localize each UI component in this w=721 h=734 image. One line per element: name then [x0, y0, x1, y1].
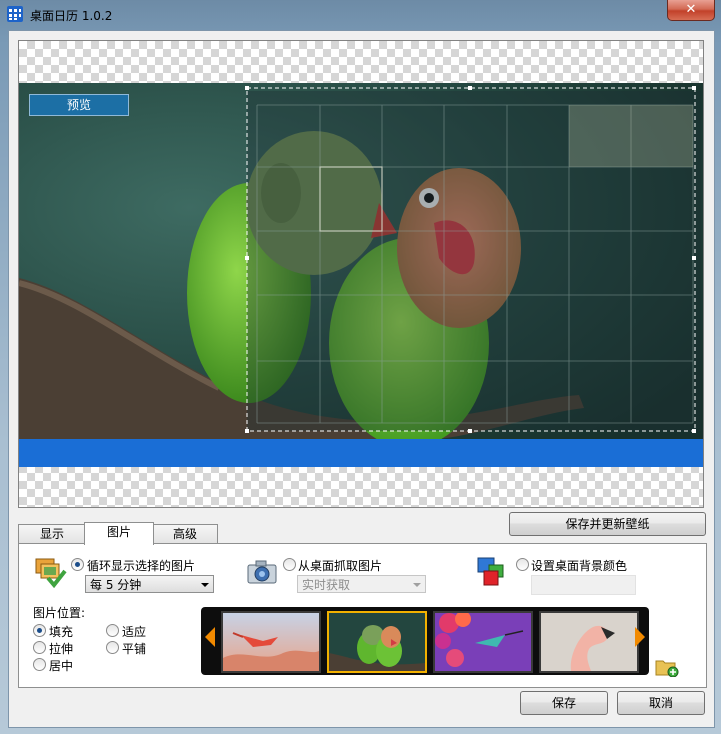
tab-advanced[interactable]: 高级 [152, 524, 218, 544]
position-tile-label: 平铺 [122, 642, 147, 656]
color-palette-icon [477, 557, 504, 586]
bg-color-radio[interactable] [516, 558, 529, 571]
thumbnail-flamingo-head[interactable] [539, 611, 639, 673]
capture-mode-value: 实时获取 [302, 578, 351, 592]
chevron-left-icon[interactable] [205, 627, 215, 647]
capture-desktop-label: 从桌面抓取图片 [298, 559, 383, 573]
tab-picture[interactable]: 图片 [84, 522, 154, 545]
calendar-app-icon [7, 6, 23, 22]
thumbnail-lovebirds[interactable] [327, 611, 427, 673]
wallpaper-preview: 预览 [18, 40, 704, 508]
position-center-radio[interactable] [33, 658, 46, 671]
wallpaper-image: 预览 [19, 83, 703, 439]
capture-mode-select[interactable]: 实时获取 [297, 575, 426, 593]
cycle-interval-select[interactable]: 每 5 分钟 [85, 575, 214, 593]
chevron-right-icon[interactable] [635, 627, 645, 647]
window-title: 桌面日历 1.0.2 [30, 9, 113, 23]
chevron-down-icon [201, 583, 209, 587]
title-bar[interactable]: 桌面日历 1.0.2 ✕ [0, 0, 721, 30]
dialog-body: 预览 显示 图片 高级 保存并更新壁纸 循环显示选择的图片 每 5 分钟 从桌面… [8, 30, 715, 728]
chevron-down-icon [413, 583, 421, 587]
position-fit-label: 适应 [122, 625, 147, 639]
slideshow-icon [35, 558, 67, 588]
save-and-update-wallpaper-button[interactable]: 保存并更新壁纸 [509, 512, 706, 536]
position-center-label: 居中 [49, 659, 74, 673]
camera-icon [247, 560, 277, 584]
bg-color-swatch[interactable] [531, 575, 636, 595]
thumbnail-hummingbird[interactable] [433, 611, 533, 673]
capture-desktop-radio[interactable] [283, 558, 296, 571]
position-fill-radio[interactable] [33, 624, 46, 637]
close-icon: ✕ [685, 2, 697, 17]
position-stretch-label: 拉伸 [49, 642, 74, 656]
cancel-button[interactable]: 取消 [617, 691, 705, 715]
bg-color-label: 设置桌面背景颜色 [531, 559, 628, 573]
position-stretch-radio[interactable] [33, 641, 46, 654]
close-button[interactable]: ✕ [667, 0, 715, 21]
tab-display[interactable]: 显示 [18, 524, 86, 544]
preview-label: 预览 [29, 94, 129, 116]
thumbnail-strip [201, 607, 649, 675]
app-window: 桌面日历 1.0.2 ✕ 预览 显示 图片 高级 保存并更新壁纸 循环显示选择的… [0, 0, 721, 734]
position-fit-radio[interactable] [106, 624, 119, 637]
add-folder-icon[interactable] [655, 657, 679, 677]
cycle-interval-value: 每 5 分钟 [90, 578, 142, 592]
cycle-pictures-label: 循环显示选择的图片 [87, 559, 196, 573]
position-tile-radio[interactable] [106, 641, 119, 654]
taskbar-preview [19, 439, 703, 467]
picture-position-label: 图片位置: [33, 606, 86, 620]
save-button[interactable]: 保存 [520, 691, 608, 715]
thumbnail-flamingo-flying[interactable] [221, 611, 321, 673]
cycle-pictures-radio[interactable] [71, 558, 84, 571]
position-fill-label: 填充 [49, 625, 74, 639]
